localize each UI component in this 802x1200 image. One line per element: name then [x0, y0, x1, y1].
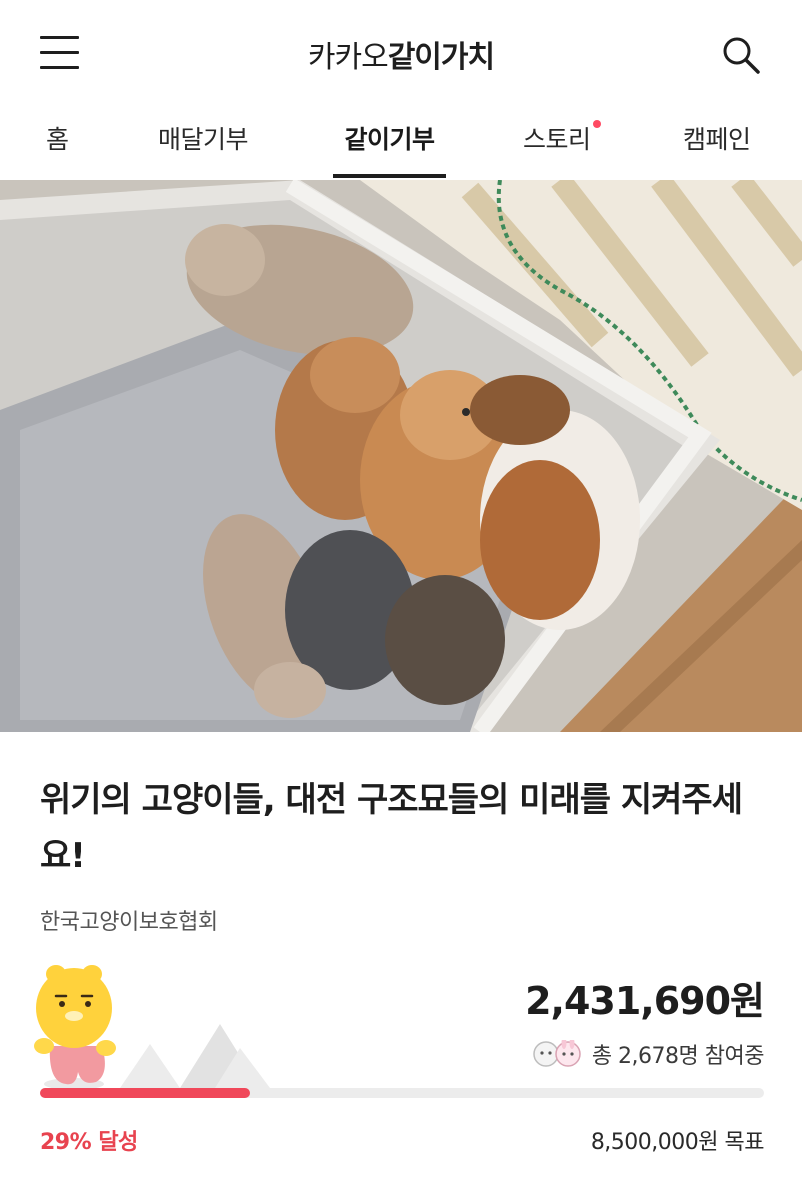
- tab-home-label: 홈: [46, 125, 69, 154]
- participants-count: 총 2,678명 참여중: [591, 1044, 765, 1069]
- logo-bold-text: 같이가치: [387, 40, 495, 75]
- progress-bar-fill: [40, 1088, 250, 1098]
- main-tabs: 홈 매달기부 같이기부 스토리 캠페인: [0, 108, 802, 180]
- tab-monthly-donation-label: 매달기부: [158, 125, 249, 154]
- goal-amount: 8,500,000원 목표: [590, 1130, 765, 1155]
- new-badge-dot: [592, 120, 601, 128]
- tab-campaign[interactable]: 캠페인: [683, 120, 751, 178]
- campaign-title: 위기의 고양이들, 대전 구조묘들의 미래를 지켜주세요!: [40, 780, 743, 876]
- app-logo[interactable]: 카카오같이가치: [0, 32, 802, 76]
- organization-name[interactable]: 한국고양이보호협회: [40, 904, 218, 936]
- decorative-mountains: [120, 1020, 280, 1090]
- active-tab-indicator: [333, 174, 446, 178]
- app-header: 카카오같이가치: [0, 0, 802, 108]
- tab-campaign-label: 캠페인: [683, 125, 751, 154]
- participant-avatars-icon: [532, 1037, 584, 1068]
- campaign-hero-image[interactable]: [0, 180, 802, 732]
- raised-amount: 2,431,690원: [525, 979, 765, 1023]
- tab-together-donation[interactable]: 같이기부: [333, 120, 446, 178]
- tab-story[interactable]: 스토리: [523, 120, 601, 178]
- search-icon[interactable]: [720, 34, 762, 76]
- progress-bar: [40, 1088, 764, 1098]
- tab-home[interactable]: 홈: [46, 120, 69, 178]
- tab-together-donation-label: 같이기부: [344, 125, 435, 154]
- logo-light-text: 카카오: [307, 40, 389, 75]
- tab-monthly-donation[interactable]: 매달기부: [158, 120, 249, 178]
- participants-info: 총 2,678명 참여중: [532, 1037, 765, 1070]
- progress-percent-label: 29% 달성: [40, 1130, 138, 1155]
- mascot-character-icon: [30, 962, 120, 1094]
- tab-story-label: 스토리: [523, 125, 591, 154]
